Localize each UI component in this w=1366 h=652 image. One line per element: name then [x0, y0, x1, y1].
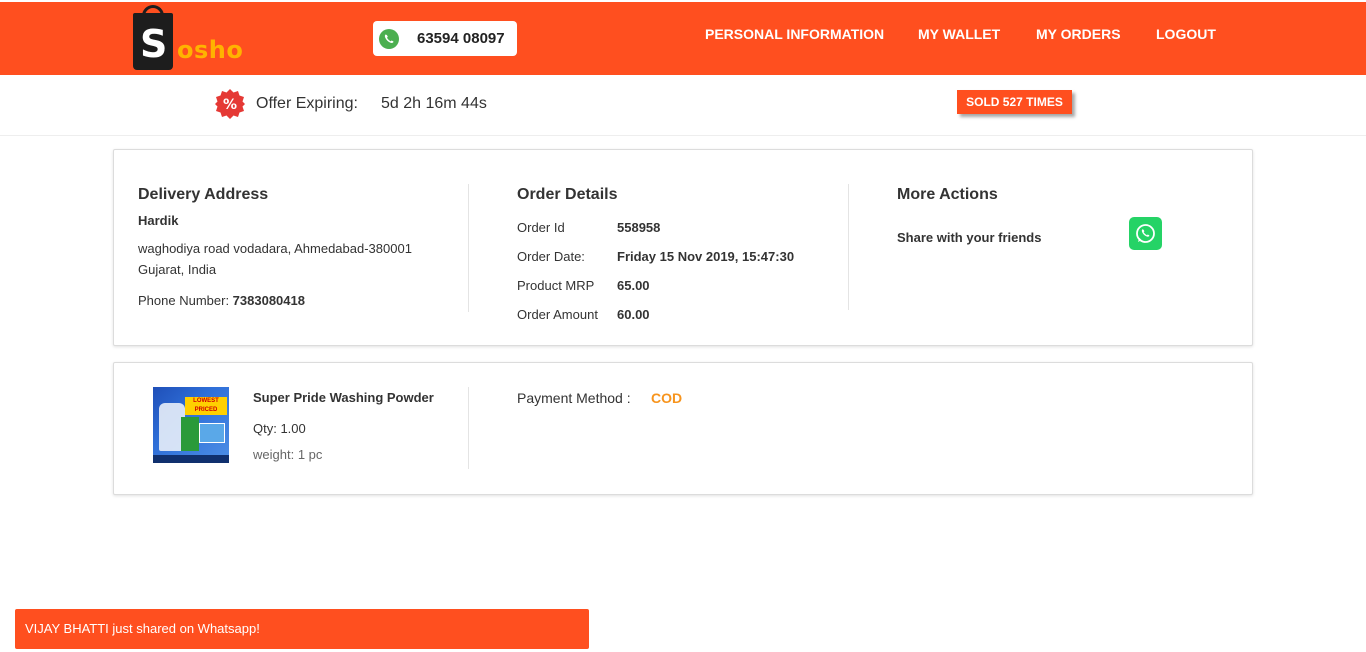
order-info-card: Delivery Address Hardik waghodiya road v…: [113, 149, 1253, 346]
top-header: S osho 63594 08097 PERSONAL INFORMATION …: [0, 2, 1366, 75]
product-weight: weight: 1 pc: [253, 447, 322, 462]
phone-value: 7383080418: [232, 293, 305, 308]
more-actions-title: More Actions: [897, 186, 998, 203]
whatsapp-share-button[interactable]: [1129, 217, 1162, 250]
product-name: Super Pride Washing Powder: [253, 390, 434, 405]
address-line1: waghodiya road vodadara, Ahmedabad-38000…: [138, 241, 412, 256]
order-amount-label: Order Amount: [517, 307, 598, 322]
phone-contact-box[interactable]: 63594 08097: [373, 21, 517, 56]
product-card: LOWEST PRICED Super Pride Washing Powder…: [113, 362, 1253, 495]
product-qty: Qty: 1.00: [253, 421, 306, 436]
weight-label: weight:: [253, 447, 298, 462]
order-id-value: 558958: [617, 220, 661, 235]
phone-number-row: Phone Number: 7383080418: [138, 293, 305, 308]
product-mrp-label: Product MRP: [517, 278, 595, 293]
order-amount-value: 60.00: [617, 307, 650, 322]
phone-label: Phone Number:: [138, 293, 233, 308]
nav-my-wallet[interactable]: MY WALLET: [918, 26, 1000, 42]
discount-badge-icon: %: [214, 88, 246, 120]
badge-symbol: %: [223, 97, 237, 113]
column-divider: [468, 184, 469, 312]
share-notification-toast: VIJAY BHATTI just shared on Whatsapp!: [15, 609, 589, 649]
payment-method-label: Payment Method :: [517, 390, 631, 406]
sosho-logo[interactable]: S osho: [133, 5, 253, 72]
offer-bar: % Offer Expiring: 5d 2h 16m 44s SOLD 527…: [0, 75, 1366, 136]
logo-text: osho: [177, 36, 244, 64]
pack-graphic: [181, 417, 199, 451]
price-tag: LOWEST PRICED: [185, 397, 227, 415]
logo-letter: S: [140, 22, 168, 66]
product-mrp-value: 65.00: [617, 278, 650, 293]
pack-graphic: [199, 423, 225, 443]
image-strip: [153, 455, 229, 463]
offer-expiring-label: Offer Expiring:: [256, 95, 358, 112]
weight-value: 1 pc: [297, 447, 323, 462]
offer-countdown: 5d 2h 16m 44s: [381, 95, 487, 112]
qty-value: 1.00: [280, 421, 306, 436]
delivery-address-title: Delivery Address: [138, 186, 269, 203]
phone-number: 63594 08097: [417, 30, 505, 47]
column-divider: [468, 387, 469, 469]
order-date-label: Order Date:: [517, 249, 585, 264]
order-id-label: Order Id: [517, 220, 565, 235]
nav-personal-information[interactable]: PERSONAL INFORMATION: [705, 26, 884, 42]
whatsapp-icon: [379, 29, 399, 49]
order-details-title: Order Details: [517, 186, 618, 203]
column-divider: [848, 184, 849, 310]
address-line2: Gujarat, India: [138, 262, 217, 277]
product-image[interactable]: LOWEST PRICED: [153, 387, 229, 463]
payment-method-value: COD: [651, 390, 683, 406]
qty-label: Qty:: [253, 421, 281, 436]
nav-my-orders[interactable]: MY ORDERS: [1036, 26, 1121, 42]
nav-logout[interactable]: LOGOUT: [1156, 26, 1216, 42]
sold-count-badge: SOLD 527 TIMES: [957, 90, 1072, 114]
share-label: Share with your friends: [897, 230, 1042, 245]
whatsapp-icon: [1136, 224, 1155, 243]
order-date-value: Friday 15 Nov 2019, 15:47:30: [617, 249, 795, 264]
customer-name: Hardik: [138, 213, 179, 228]
